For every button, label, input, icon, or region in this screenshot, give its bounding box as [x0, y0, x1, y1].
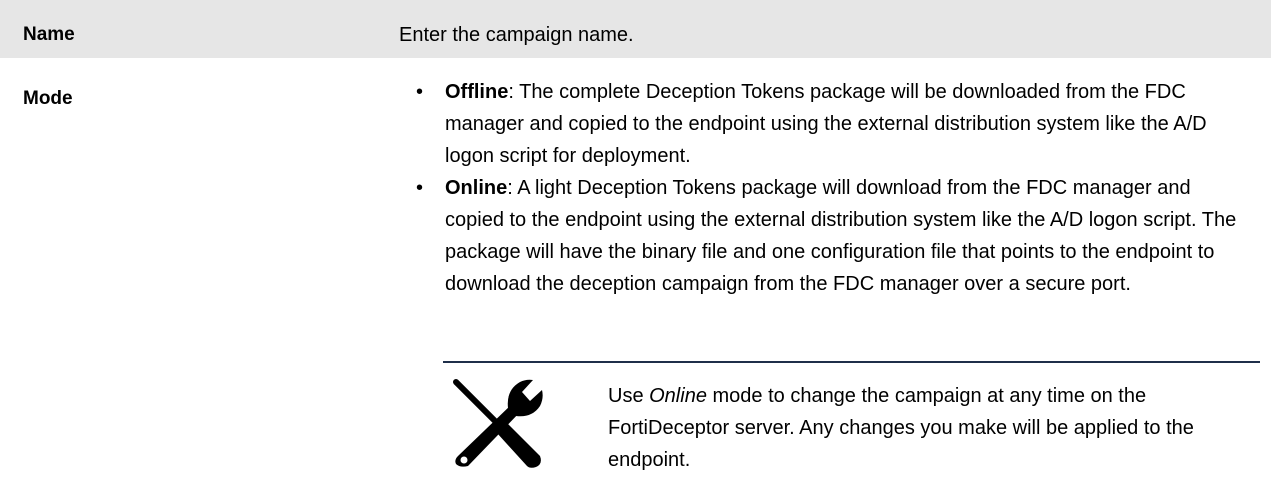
list-item-offline: • Offline: The complete Deception Tokens…	[416, 76, 1245, 172]
table-row-name: Name Enter the campaign name.	[0, 0, 1271, 58]
note-divider	[443, 361, 1260, 363]
mode-description-online: : A light Deception Tokens package will …	[445, 177, 1237, 295]
field-label-name: Name	[23, 24, 75, 45]
field-description-name: Enter the campaign name.	[399, 24, 634, 46]
mode-options-list: • Offline: The complete Deception Tokens…	[416, 76, 1245, 300]
bullet-marker: •	[416, 81, 424, 103]
note-emphasis: Online	[649, 385, 707, 407]
mode-description-offline: : The complete Deception Tokens package …	[445, 81, 1207, 167]
tools-icon	[450, 376, 546, 472]
mode-term-offline: Offline	[445, 81, 509, 103]
mode-term-online: Online	[445, 177, 508, 199]
campaign-settings-table: Name Enter the campaign name. Mode • Off…	[0, 0, 1271, 499]
field-label-mode: Mode	[23, 88, 73, 109]
bullet-marker: •	[416, 177, 424, 199]
list-item-online: • Online: A light Deception Tokens packa…	[416, 172, 1245, 300]
note-prefix: Use	[608, 385, 650, 407]
mode-note: Use Online mode to change the campaign a…	[608, 380, 1248, 476]
table-row-mode: Mode • Offline: The complete Deception T…	[0, 58, 1271, 499]
